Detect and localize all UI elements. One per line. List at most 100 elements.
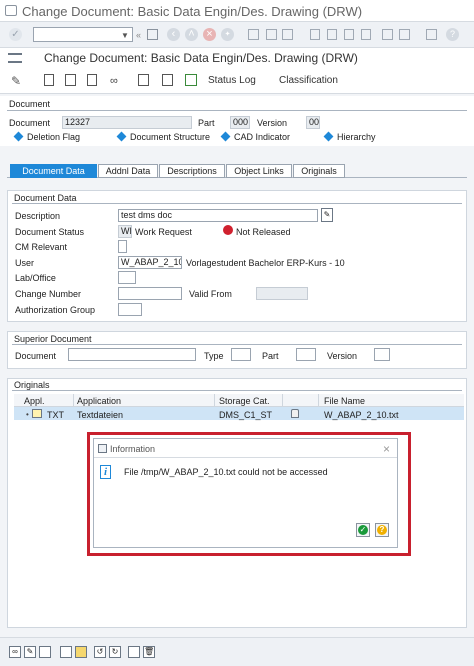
prev-page-icon[interactable] (327, 29, 337, 40)
dialog-help-button[interactable]: ? (375, 523, 389, 537)
valid-from-field[interactable] (256, 287, 308, 300)
tab-document-data[interactable]: Document Data (10, 164, 97, 178)
status-log-button[interactable]: Status Log (208, 75, 256, 86)
confirm-button[interactable]: ✓ (356, 523, 370, 537)
document-status-label: Document Status (15, 227, 85, 237)
hierarchy-label[interactable]: Hierarchy (337, 132, 376, 142)
originals-title: Originals (14, 380, 50, 390)
col-storage-cat[interactable]: Storage Cat. (219, 396, 270, 406)
back-icon[interactable]: ‹ (167, 28, 180, 41)
row-storage[interactable]: DMS_C1_ST (219, 410, 272, 420)
exit-icon[interactable]: ˄ (185, 28, 198, 41)
change-original-icon[interactable]: ✎ (24, 646, 36, 658)
variants-icon[interactable] (162, 74, 173, 86)
print-icon[interactable] (248, 29, 259, 40)
col-application[interactable]: Application (77, 396, 121, 406)
originals-toolbar: ∞ ✎ ↺ ↻ 🗑 (0, 637, 474, 666)
help-question-icon: ? (377, 525, 387, 535)
create-original-icon[interactable] (60, 646, 72, 658)
document-label: Document (9, 118, 51, 128)
copy-original-icon[interactable] (128, 646, 140, 658)
user-label: User (15, 258, 35, 268)
open-folder-icon[interactable] (75, 646, 87, 658)
change-number-field[interactable] (118, 287, 182, 300)
part-field[interactable]: 000 (230, 116, 250, 129)
checkout-icon[interactable]: ↻ (109, 646, 121, 658)
superior-type-field[interactable] (231, 348, 251, 361)
superior-part-field[interactable] (296, 348, 316, 361)
find-next-icon[interactable] (282, 29, 293, 40)
display-change-icon[interactable]: ✎ (11, 74, 21, 88)
originals-divider (12, 390, 462, 391)
info-icon: i (100, 465, 111, 479)
delete-original-icon[interactable]: 🗑 (143, 646, 155, 658)
tab-addnl-data[interactable]: Addnl Data (98, 164, 158, 178)
description-field[interactable]: test dms doc (118, 209, 318, 222)
first-page-icon[interactable] (310, 29, 320, 40)
part-label: Part (198, 118, 215, 128)
dialog-close-icon[interactable]: × (383, 442, 390, 456)
tab-originals[interactable]: Originals (293, 164, 345, 178)
row-appl[interactable]: TXT (47, 410, 64, 420)
last-page-icon[interactable] (361, 29, 371, 40)
long-text-icon[interactable]: ✎ (321, 208, 333, 222)
dialog-title-divider (94, 457, 397, 458)
original-file-icon (32, 409, 42, 418)
tree-icon[interactable]: ✦ (221, 28, 234, 41)
shortcut-icon[interactable] (399, 29, 410, 40)
cad-indicator-label[interactable]: CAD Indicator (234, 132, 290, 142)
superior-version-field[interactable] (374, 348, 390, 361)
standard-toolbar: ✓ ▼ « ‹ ˄ × ✦ ? (0, 22, 474, 48)
new-document-icon[interactable] (44, 74, 54, 86)
layout-icon[interactable] (426, 29, 437, 40)
copy-document-icon[interactable] (65, 74, 76, 86)
lock-icon (291, 409, 299, 418)
new-session-icon[interactable] (382, 29, 393, 40)
user-name-text: Vorlagestudent Bachelor ERP-Kurs - 10 (186, 258, 345, 268)
section-divider (7, 110, 467, 111)
document-number-field[interactable]: 12327 (62, 116, 192, 129)
tab-descriptions[interactable]: Descriptions (159, 164, 225, 178)
next-page-icon[interactable] (344, 29, 354, 40)
status-code-field[interactable]: WR (118, 225, 132, 238)
other-document-icon[interactable] (87, 74, 97, 86)
deletion-flag-label[interactable]: Deletion Flag (27, 132, 80, 142)
tab-object-links[interactable]: Object Links (226, 164, 292, 178)
superior-version-label: Version (327, 351, 358, 361)
command-dropdown-icon[interactable]: ▼ (121, 31, 129, 40)
help-icon[interactable]: ? (446, 28, 459, 41)
structure-icon[interactable] (185, 74, 197, 86)
release-status-text: Not Released (236, 227, 291, 237)
superior-document-field[interactable] (68, 348, 196, 361)
check-icon: ✓ (358, 525, 368, 535)
window-title: Change Document: Basic Data Engin/Des. D… (22, 4, 363, 19)
col-file-name[interactable]: File Name (324, 396, 365, 406)
binoculars-icon[interactable]: ∞ (110, 75, 118, 87)
command-history-icon[interactable]: « (136, 30, 141, 40)
checkin-icon[interactable]: ↺ (94, 646, 106, 658)
command-field[interactable] (33, 27, 133, 42)
screen-title: Change Document: Basic Data Engin/Des. D… (44, 51, 358, 65)
classification-button[interactable]: Classification (279, 75, 338, 86)
cm-relevant-checkbox[interactable] (118, 240, 127, 253)
row-file-name[interactable]: W_ABAP_2_10.txt (324, 410, 399, 420)
window-back-icon[interactable] (5, 5, 17, 16)
dialog-title: Information (110, 444, 156, 454)
enter-icon[interactable]: ✓ (9, 28, 22, 41)
where-used-icon[interactable] (138, 74, 149, 86)
print-original-icon[interactable] (39, 646, 51, 658)
authorization-group-field[interactable] (118, 303, 142, 316)
version-label: Version (257, 118, 288, 128)
menu-icon[interactable] (8, 53, 22, 63)
user-field[interactable]: W_ABAP_2_10 (118, 256, 182, 269)
display-original-icon[interactable]: ∞ (9, 646, 21, 658)
lab-office-field[interactable] (118, 271, 136, 284)
version-field[interactable]: 00 (306, 116, 320, 129)
find-icon[interactable] (266, 29, 277, 40)
col-appl[interactable]: Appl. (24, 396, 45, 406)
document-structure-label[interactable]: Document Structure (130, 132, 210, 142)
cancel-icon[interactable]: × (203, 28, 216, 41)
screen-header: Change Document: Basic Data Engin/Des. D… (0, 48, 474, 68)
row-application[interactable]: Textdateien (77, 410, 123, 420)
save-icon[interactable] (147, 29, 158, 40)
